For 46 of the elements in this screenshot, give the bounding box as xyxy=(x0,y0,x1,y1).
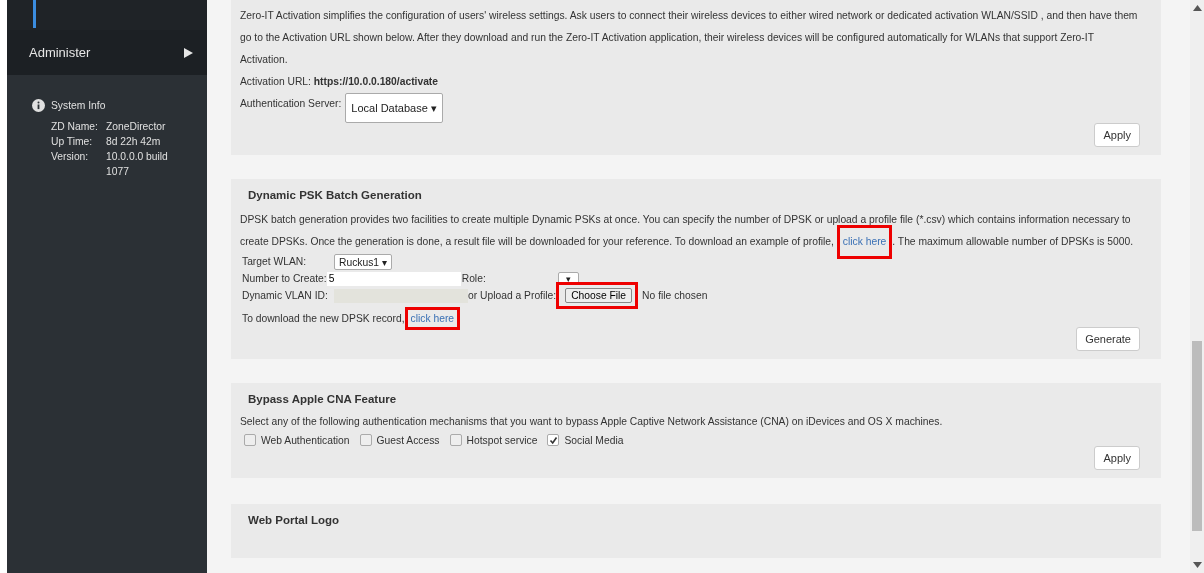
system-info-title: System Info xyxy=(51,100,106,111)
field-label: Role: xyxy=(461,273,487,284)
info-label: Version: xyxy=(51,150,90,164)
checkbox-label: Web Authentication xyxy=(261,434,350,446)
info-value: 10.0.0.0 build 1077 xyxy=(106,150,169,179)
choose-file-button[interactable]: Choose File xyxy=(565,288,633,303)
info-label: ZD Name: xyxy=(51,120,99,134)
number-input[interactable]: 5 xyxy=(326,271,461,286)
info-icon xyxy=(32,99,45,112)
checkbox[interactable] xyxy=(359,434,372,446)
scrollbar[interactable] xyxy=(1190,0,1204,573)
expand-arrow-icon xyxy=(184,47,193,58)
checkbox[interactable] xyxy=(547,434,560,446)
section-title: Web Portal Logo xyxy=(248,514,341,526)
section-title: Dynamic PSK Batch Generation xyxy=(248,189,423,201)
description-text: Select any of the following authentication mechanisms that you want to bypass Apple Captive Network Assistance (CNA) on iDevices and OS X machines. xyxy=(240,415,944,429)
generate-button[interactable]: Generate xyxy=(1076,327,1140,351)
example-link[interactable]: click here xyxy=(842,236,887,247)
activation-url-text: Activation URL: https://10.0.0.180/activate xyxy=(240,76,439,87)
scroll-up-icon[interactable] xyxy=(1192,5,1202,11)
target-wlan-dropdown[interactable]: Ruckus1 ▾ xyxy=(334,253,392,270)
download-link[interactable]: click here xyxy=(410,313,455,324)
file-status-text: No file chosen xyxy=(642,290,708,301)
info-value: 8d 22h 42m xyxy=(106,135,162,149)
checkbox-label: Social Media xyxy=(564,434,624,446)
field-label: or Upload a Profile: xyxy=(468,290,557,301)
scroll-down-icon[interactable] xyxy=(1192,562,1202,568)
field-label: Authentication Server: xyxy=(240,97,342,111)
description-text: DPSK batch generation provides two facilities to create multiple Dynamic PSKs at once. You can specify the number of DPSK or upload a profile file (*.csv) which contains information necessary to create DPSKs. Once the generation is done, a result file will be downloaded for your reference. To download an example of profile, click here . The maximum allowable number of DPSKs is 5000. xyxy=(240,209,1140,253)
checkbox-label: Guest Access xyxy=(376,434,440,446)
checkbox[interactable] xyxy=(244,434,256,446)
field-label: Number to Create: xyxy=(242,273,327,284)
apply-button[interactable]: Apply xyxy=(1094,123,1140,147)
section-title: Bypass Apple CNA Feature xyxy=(248,393,398,405)
checkbox[interactable] xyxy=(449,434,462,446)
info-value: ZoneDirector xyxy=(106,120,167,134)
info-label: Up Time: xyxy=(51,135,94,149)
download-text: To download the new DPSK record, xyxy=(242,313,405,324)
checkbox-label: Hotspot service xyxy=(466,434,538,446)
scrollbar-thumb[interactable] xyxy=(1192,341,1202,531)
field-label: Dynamic VLAN ID: xyxy=(242,290,329,301)
apply-button[interactable]: Apply xyxy=(1094,446,1140,470)
administer-menu-item[interactable]: Administer xyxy=(7,30,207,75)
field-label: Target WLAN: xyxy=(242,256,308,267)
auth-server-dropdown[interactable]: Local Database ▾ xyxy=(345,93,443,123)
description-text: Zero-IT Activation simplifies the configuration of users' wireless settings. Ask users to connect their wireless devices to either wired network or dedicated activation WLAN/SSID , and then have them go to the Activation URL shown below. After they download and run the Zero-IT Activation application, their wireless devices will be configured automatically for WLANs that support Zero-IT Activation. xyxy=(240,9,1139,67)
